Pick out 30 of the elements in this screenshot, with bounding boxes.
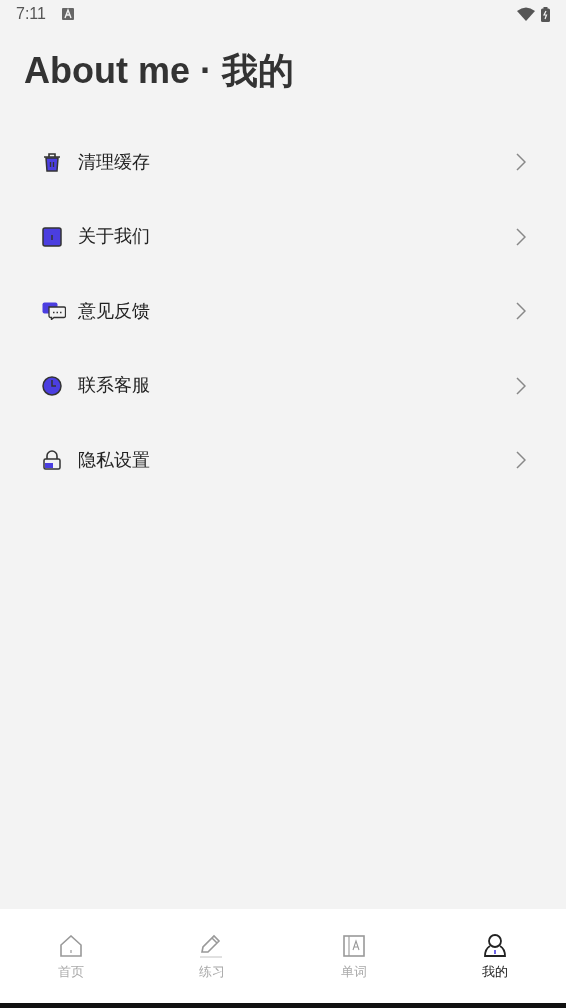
square-icon	[42, 226, 62, 247]
menu-item[interactable]: 清理缓存	[0, 125, 566, 200]
lock-icon	[42, 450, 62, 471]
notification-icon	[61, 8, 74, 20]
trash-icon	[42, 152, 62, 173]
chat-icon	[42, 302, 66, 321]
menu-label: 隐私设置	[78, 448, 151, 472]
chevron-right-icon	[516, 153, 526, 172]
menu-label: 联系客服	[78, 374, 151, 398]
chevron-right-icon	[516, 376, 526, 395]
page-title: About me · 我的	[24, 53, 295, 89]
home-icon	[59, 935, 82, 957]
book-icon	[342, 935, 365, 957]
menu-label: 意见反馈	[78, 299, 151, 323]
user-icon	[484, 934, 507, 958]
chevron-right-icon	[516, 451, 526, 470]
clock-icon	[42, 375, 62, 396]
clock-time: 7:11	[16, 4, 46, 24]
menu-item[interactable]: 意见反馈	[0, 274, 566, 349]
wifi-icon	[517, 7, 535, 21]
menu-label: 关于我们	[78, 225, 151, 249]
menu-item[interactable]: 联系客服	[0, 348, 566, 423]
pencil-icon	[200, 934, 225, 958]
chevron-right-icon	[516, 227, 526, 246]
chevron-right-icon	[516, 302, 526, 321]
nav-tab[interactable]: 我的	[424, 909, 566, 1003]
menu-item[interactable]: 关于我们	[0, 199, 566, 274]
battery-icon	[541, 6, 550, 22]
menu-item[interactable]: 隐私设置	[0, 423, 566, 498]
menu-label: 清理缓存	[78, 150, 151, 174]
